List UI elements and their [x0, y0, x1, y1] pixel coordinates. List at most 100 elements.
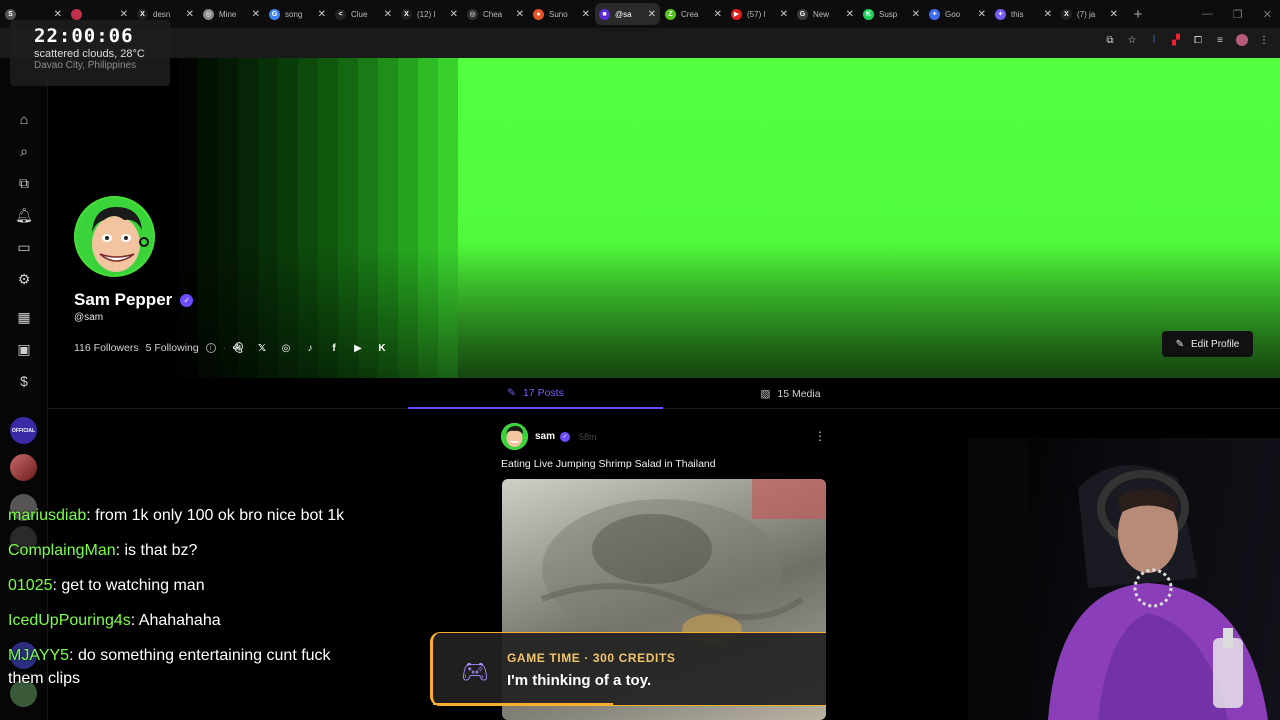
close-tab-icon[interactable]: ✕ [978, 9, 986, 20]
restore-icon[interactable]: ❐ [1233, 8, 1243, 21]
tab-favicon-icon: ▶ [731, 8, 742, 20]
browser-tab[interactable]: X (7) ja ✕ [1057, 3, 1122, 25]
browser-tab[interactable]: ✦ this ✕ [991, 3, 1056, 25]
game-time-alert: 🎮︎ GAME TIME · 300 CREDITS I'm thinking … [430, 632, 826, 706]
close-tab-icon[interactable]: ✕ [846, 9, 854, 20]
home-icon[interactable]: ⌂ [16, 111, 32, 127]
post-more-options-icon[interactable]: ⋮ [814, 429, 826, 443]
tab-title: this [1011, 9, 1024, 19]
edit-profile-label: Edit Profile [1191, 338, 1240, 350]
chat-username: MJAYY5 [8, 647, 70, 664]
close-tab-icon[interactable]: ✕ [252, 9, 260, 20]
kick-icon[interactable]: K [376, 342, 388, 354]
tab-favicon-icon: ◎ [203, 8, 214, 20]
close-tab-icon[interactable]: ✕ [714, 9, 722, 20]
youtube-icon[interactable]: ▶ [352, 342, 364, 354]
official-channel-avatar[interactable]: OFFICIAL [10, 417, 37, 444]
verified-badge-icon: ✓ [180, 293, 194, 307]
snapchat-icon[interactable]: 👻︎ [232, 342, 245, 354]
install-app-icon[interactable]: ⧉ [1104, 34, 1116, 46]
clock-weather: scattered clouds, 28°C [34, 48, 145, 60]
extensions-puzzle-icon[interactable]: ⧠ [1192, 34, 1204, 46]
browser-tab[interactable]: ▶ (57) I ✕ [727, 3, 792, 25]
browser-tab[interactable]: ◎ Mine ✕ [199, 3, 264, 25]
new-tab-button[interactable]: + [1128, 4, 1148, 24]
edit-profile-button[interactable]: ✎ Edit Profile [1162, 331, 1253, 357]
image-icon: ▨ [760, 387, 771, 400]
clock-location: Davao City, Philippines [34, 60, 137, 71]
profile-tabs: ✎ 17 Posts ▨ 15 Media [48, 378, 1280, 409]
browser-tab[interactable]: ● Suno ✕ [529, 3, 594, 25]
settings-gear-icon[interactable]: ⚙ [16, 271, 32, 287]
browser-tab[interactable]: X (12) I ✕ [397, 3, 462, 25]
tab-favicon-icon: < [335, 8, 346, 20]
followers-count[interactable]: 116 Followers [74, 342, 139, 354]
browser-menu-icon[interactable]: ⋮ [1258, 34, 1270, 46]
chat-text: is that bz? [124, 542, 198, 559]
browser-tab[interactable]: G New ✕ [793, 3, 858, 25]
close-tab-icon[interactable]: ✕ [516, 9, 524, 20]
close-tab-icon[interactable]: ✕ [912, 9, 920, 20]
tab-title: Susp [879, 9, 898, 19]
tab-media[interactable]: ▨ 15 Media [663, 378, 918, 409]
banner-shade [48, 248, 1280, 378]
tab-favicon-icon: ● [533, 8, 544, 20]
tab-favicon-icon: Z [665, 8, 676, 20]
game-alert-text: I'm thinking of a toy. [507, 672, 652, 689]
search-icon[interactable]: ⌕ [16, 143, 32, 159]
close-tab-icon[interactable]: ✕ [1044, 9, 1052, 20]
post-title: Eating Live Jumping Shrimp Salad in Thai… [501, 458, 716, 470]
chat-username: IcedUpPouring4s [8, 612, 131, 629]
pencil-icon: ✎ [1175, 338, 1185, 350]
media-playlist-icon[interactable]: ≡ [1214, 34, 1226, 46]
messages-icon[interactable]: ▭ [16, 239, 32, 255]
following-count[interactable]: 5 Following [146, 342, 199, 354]
close-tab-icon[interactable]: ✕ [384, 9, 392, 20]
info-icon[interactable]: i [205, 343, 216, 353]
tab-favicon-icon: G [797, 8, 808, 20]
dashboard-grid-icon[interactable]: ▦ [16, 309, 32, 325]
chat-username: 01025 [8, 577, 53, 594]
earnings-dollar-icon[interactable]: $ [16, 373, 32, 389]
tab-favicon-icon: ■ [599, 8, 610, 20]
facebook-icon[interactable]: f [328, 342, 340, 354]
tab-posts[interactable]: ✎ 17 Posts [408, 378, 663, 409]
post-username[interactable]: sam [535, 431, 555, 442]
close-tab-icon[interactable]: ✕ [120, 9, 128, 20]
close-window-icon[interactable]: ✕ [1263, 8, 1272, 21]
close-tab-icon[interactable]: ✕ [582, 9, 590, 20]
close-tab-icon[interactable]: ✕ [54, 9, 62, 20]
close-tab-icon[interactable]: ✕ [1110, 9, 1118, 20]
post-author-avatar[interactable] [501, 423, 528, 450]
chat-text: get to watching man [61, 577, 205, 594]
verified-badge-icon: ✓ [560, 431, 571, 442]
close-tab-icon[interactable]: ✕ [318, 9, 326, 20]
channel-avatar[interactable] [10, 454, 37, 481]
browser-tab[interactable]: ✦ Goo ✕ [925, 3, 990, 25]
analytics-icon[interactable]: ▣ [16, 341, 32, 357]
browser-tab[interactable]: ◎ Chea ✕ [463, 3, 528, 25]
browser-tab[interactable]: < Clue ✕ [331, 3, 396, 25]
close-tab-icon[interactable]: ✕ [450, 9, 458, 20]
tab-favicon-icon: X [1061, 8, 1072, 20]
profile-avatar-icon[interactable] [1236, 34, 1248, 46]
bookmark-star-icon[interactable]: ☆ [1126, 34, 1138, 46]
minimize-icon[interactable]: — [1202, 8, 1213, 20]
profile-name: Sam Pepper ✓ [74, 290, 194, 310]
extension-audio-icon[interactable]: ⦚ [1148, 34, 1160, 46]
profile-avatar[interactable] [74, 196, 155, 277]
close-tab-icon[interactable]: ✕ [186, 9, 194, 20]
screen: S ✕ ✕ Xdesn ✕ ◎ Mine ✕ Gsong ✕ < Clue ✕ X (12) I ✕ ◎ Chea… [0, 0, 1280, 720]
notifications-bell-icon[interactable]: 🔔︎ [15, 207, 33, 223]
close-tab-icon[interactable]: ✕ [780, 9, 788, 20]
tiktok-icon[interactable]: ♪ [304, 342, 316, 354]
browser-tab[interactable]: Gsong ✕ [265, 3, 330, 25]
extension-red-icon[interactable]: ▞ [1170, 34, 1182, 46]
browser-tab[interactable]: Z Crea ✕ [661, 3, 726, 25]
collections-icon[interactable]: ⧉ [16, 175, 32, 191]
browser-tab[interactable]: ■ @sa ✕ [595, 3, 660, 25]
browser-tab[interactable]: K Susp ✕ [859, 3, 924, 25]
close-tab-icon[interactable]: ✕ [648, 9, 656, 20]
instagram-icon[interactable]: ◎ [280, 342, 292, 354]
x-icon[interactable]: 𝕏 [256, 342, 268, 354]
